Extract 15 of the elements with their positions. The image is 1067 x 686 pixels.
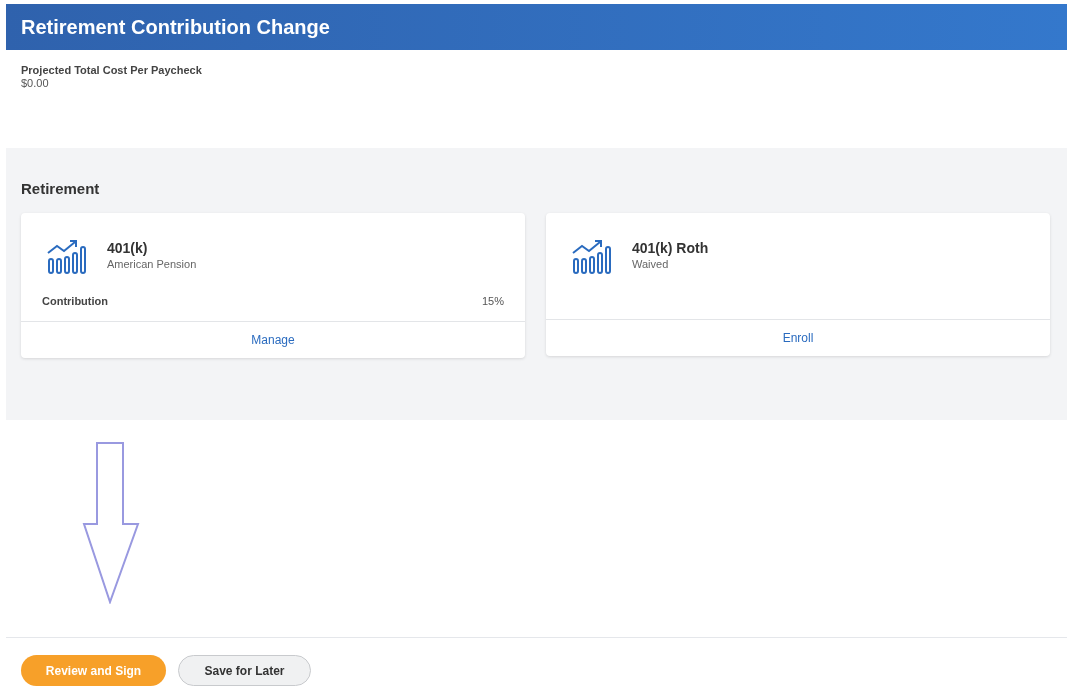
card-action-link[interactable]: Manage xyxy=(251,331,295,349)
summary-value: $0.00 xyxy=(21,77,50,90)
growth-chart-icon xyxy=(572,238,612,275)
detail-label: Contribution xyxy=(42,293,108,309)
save-button[interactable]: Save for Later xyxy=(178,655,311,686)
plan-title: 401(k) Roth xyxy=(632,238,709,257)
plan-status: Waived xyxy=(632,256,670,271)
page-title: Retirement Contribution Change xyxy=(21,15,330,40)
detail-value: 15% xyxy=(481,293,504,309)
plan-title: 401(k) xyxy=(107,238,149,257)
card-action-link[interactable]: Enroll xyxy=(782,328,814,347)
growth-chart-icon xyxy=(47,238,87,275)
plan-status: American Pension xyxy=(107,256,197,271)
section-title: Retirement xyxy=(21,179,101,199)
summary-label: Projected Total Cost Per Paycheck xyxy=(21,64,203,77)
